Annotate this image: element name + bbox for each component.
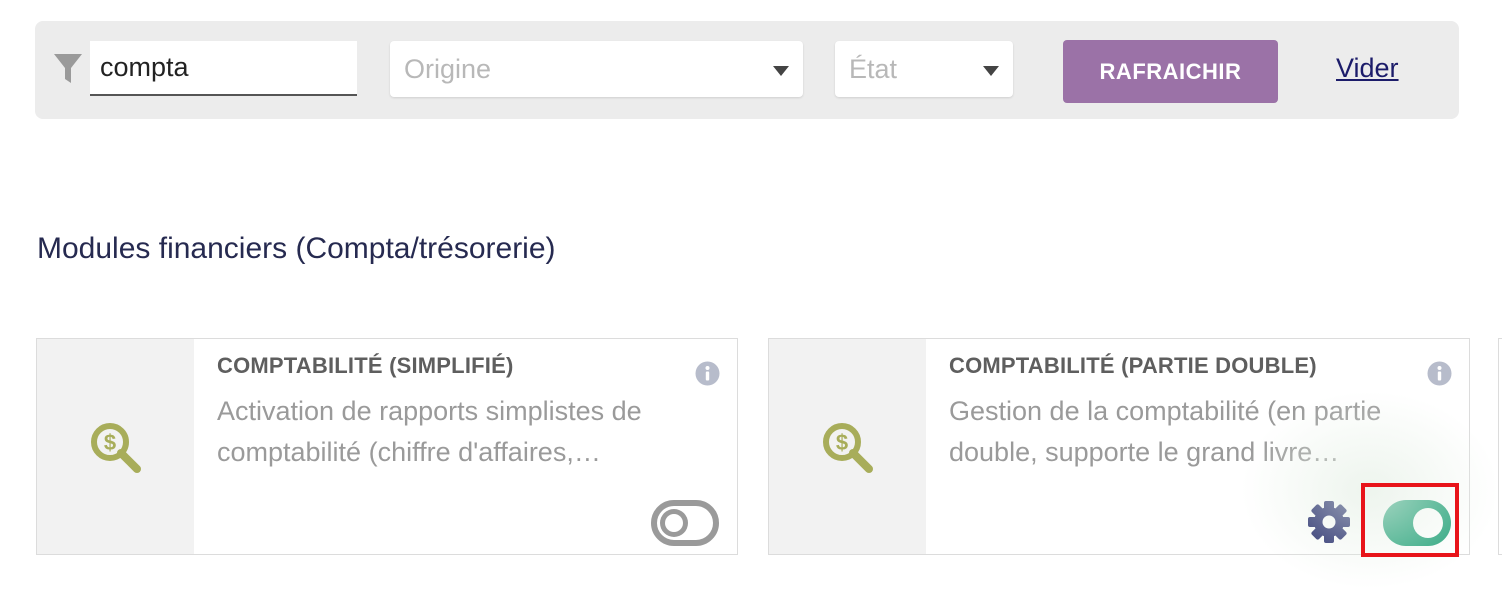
- module-title: COMPTABILITÉ (PARTIE DOUBLE): [949, 353, 1317, 378]
- state-placeholder: État: [849, 54, 898, 84]
- money-search-icon: $: [91, 423, 141, 473]
- module-card: $ COMPTABILITÉ (SIMPLIFIÉ) Activation de…: [36, 338, 738, 555]
- section-title: Modules financiers (Compta/trésorerie): [37, 232, 556, 265]
- search-input[interactable]: [90, 41, 357, 96]
- filter-bar: Origine État RAFRAICHIR Vider: [35, 21, 1459, 119]
- module-title: COMPTABILITÉ (SIMPLIFIÉ): [217, 353, 514, 378]
- module-picture: $: [769, 339, 926, 554]
- info-icon[interactable]: [1427, 361, 1452, 386]
- module-description: Activation de rapports simplistes de com…: [217, 396, 642, 467]
- info-icon[interactable]: [695, 361, 720, 386]
- refresh-button[interactable]: RAFRAICHIR: [1063, 40, 1278, 103]
- svg-text:$: $: [104, 430, 116, 455]
- clear-link[interactable]: Vider: [1336, 53, 1399, 84]
- module-description: Gestion de la comptabilité (en partie do…: [949, 396, 1382, 467]
- module-picture: $: [37, 339, 194, 554]
- module-card-partial: [1498, 338, 1502, 555]
- highlight-box: [1361, 483, 1459, 557]
- money-search-icon: $: [823, 423, 873, 473]
- state-select[interactable]: État: [835, 41, 1013, 97]
- module-toggle-off[interactable]: [651, 500, 719, 546]
- svg-text:$: $: [836, 430, 848, 455]
- origin-placeholder: Origine: [404, 54, 492, 84]
- origin-select[interactable]: Origine: [390, 41, 803, 97]
- chevron-down-icon: [773, 66, 789, 76]
- settings-gear-icon[interactable]: [1306, 499, 1352, 545]
- filter-icon: [54, 54, 82, 83]
- chevron-down-icon: [983, 66, 999, 76]
